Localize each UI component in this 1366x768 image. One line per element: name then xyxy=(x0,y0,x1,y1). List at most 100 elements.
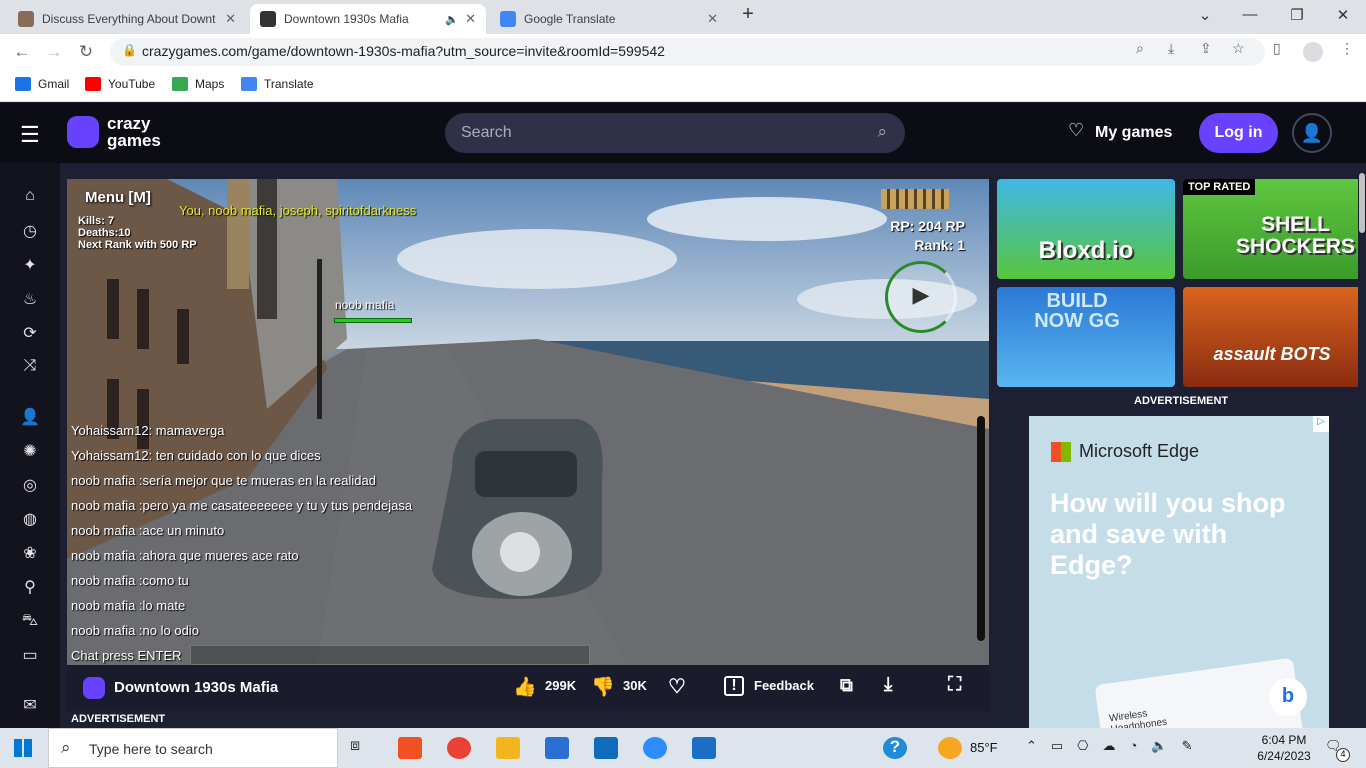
user-avatar-icon[interactable]: 👤 xyxy=(1292,113,1332,153)
share-icon[interactable]: ⇪ xyxy=(1200,40,1212,57)
bookmark-label: Maps xyxy=(195,77,225,91)
download-icon[interactable]: ⤓ xyxy=(884,674,892,696)
tab-title: Discuss Everything About Downt xyxy=(42,12,216,26)
notification-count: 4 xyxy=(1336,748,1350,762)
weather-temp[interactable]: 85°F xyxy=(970,740,998,755)
player-name-tag: noob mafia xyxy=(335,298,395,312)
bike-icon[interactable]: ⚲ xyxy=(18,577,42,597)
chrome-menu-icon[interactable]: ⋮ xyxy=(1340,40,1354,57)
game-thumbnail-title: assault BOTS xyxy=(1213,344,1331,364)
ad-choices-icon[interactable]: ▷ xyxy=(1313,416,1329,432)
crazygames-logo-icon[interactable] xyxy=(67,116,99,148)
chrome-icon[interactable] xyxy=(447,737,471,759)
side-panel-icon[interactable]: ▯ xyxy=(1273,40,1281,57)
mail-icon[interactable]: ✉ xyxy=(18,695,42,715)
chat-scrollbar[interactable] xyxy=(977,416,985,641)
minimize-icon[interactable]: — xyxy=(1235,6,1265,23)
zoom-search-icon[interactable]: ⌕ xyxy=(1136,40,1144,57)
store-icon[interactable] xyxy=(545,737,569,759)
install-app-icon[interactable]: ⤓ xyxy=(1168,40,1174,57)
bookmark-youtube[interactable]: YouTube xyxy=(85,77,155,91)
mail-app-icon[interactable] xyxy=(594,737,618,759)
crazygames-small-logo-icon xyxy=(83,677,105,699)
home-icon[interactable]: ⌂ xyxy=(18,187,42,205)
thumbs-down-icon[interactable]: 👎 xyxy=(591,675,615,699)
login-button[interactable]: Log in xyxy=(1199,113,1278,153)
site-logo[interactable]: crazy games xyxy=(107,115,161,149)
chat-message: noob mafia :como tu xyxy=(71,573,189,588)
recent-icon[interactable]: ◷ xyxy=(18,221,42,241)
basketball-icon[interactable]: ◍ xyxy=(18,509,42,529)
new-tab-button[interactable]: + xyxy=(733,3,763,26)
url-text: crazygames.com/game/downtown-1930s-mafia… xyxy=(142,43,665,59)
new-icon[interactable]: ✦ xyxy=(18,255,42,275)
trending-icon[interactable]: ♨ xyxy=(18,289,42,309)
my-games-link[interactable]: My games xyxy=(1095,124,1172,142)
maximize-icon[interactable]: ❐ xyxy=(1282,6,1312,24)
weather-icon[interactable] xyxy=(938,737,962,759)
game-thumbnail-bloxd[interactable]: Bloxd.io xyxy=(997,179,1175,279)
multiplayer-icon[interactable]: 👤 xyxy=(18,407,42,427)
ammo-bullets-icon xyxy=(881,189,949,209)
random-icon[interactable]: ⤨ xyxy=(18,357,42,375)
logo-text: games xyxy=(107,131,161,150)
forward-icon[interactable]: → xyxy=(43,42,65,62)
tab-discuss[interactable]: Discuss Everything About Downt ✕ xyxy=(8,4,246,34)
close-tab-icon[interactable]: ✕ xyxy=(225,11,236,27)
thumbs-up-icon[interactable]: 👍 xyxy=(513,675,537,699)
brave-icon[interactable] xyxy=(398,737,422,759)
maps-icon xyxy=(172,77,188,91)
close-tab-icon[interactable]: ✕ xyxy=(707,11,718,27)
taskbar-search-box[interactable]: ⌕ Type here to search xyxy=(48,728,338,768)
car-icon[interactable]: ⛍ xyxy=(18,611,42,631)
close-tab-icon[interactable]: ✕ xyxy=(465,11,476,27)
game-thumbnail-title: BUILD NOW GG xyxy=(1034,290,1120,332)
updated-icon[interactable]: ⟳ xyxy=(18,323,42,343)
search-input[interactable]: Search ⌕ xyxy=(445,113,905,153)
game-thumbnail-assault-bots[interactable]: assault BOTS xyxy=(1183,287,1361,387)
system-tray-icons[interactable]: ⌃▭⎔☁◔🔈✎ xyxy=(1026,738,1206,754)
game-thumbnail-build-now[interactable]: BUILD NOW GG xyxy=(997,287,1175,387)
reload-icon[interactable]: ↻ xyxy=(75,42,97,62)
feedback-button[interactable]: Feedback xyxy=(754,678,814,693)
tab-downtown-mafia[interactable]: Downtown 1930s Mafia 🔈 ✕ xyxy=(250,4,486,34)
fullscreen-icon[interactable]: ⛶ xyxy=(948,674,961,696)
bookmark-maps[interactable]: Maps xyxy=(172,77,224,91)
close-window-icon[interactable]: ✕ xyxy=(1328,6,1358,24)
beauty-icon[interactable]: ❀ xyxy=(18,543,42,563)
help-icon[interactable]: ? xyxy=(883,737,907,759)
adventure-icon[interactable]: ◎ xyxy=(18,475,42,495)
card-icon[interactable]: ▭ xyxy=(18,645,42,665)
chat-input[interactable] xyxy=(190,645,590,665)
back-icon[interactable]: ← xyxy=(11,42,33,62)
clock[interactable]: 6:04 PM 6/24/2023 xyxy=(1254,732,1314,764)
photos-icon[interactable] xyxy=(692,737,716,759)
tab-google-translate[interactable]: Google Translate ✕ xyxy=(490,4,728,34)
game-thumbnail-shell-shockers[interactable]: TOP RATED SHELL SHOCKERS xyxy=(1183,179,1361,279)
chat-message: noob mafia :ace un minuto xyxy=(71,523,225,538)
hamburger-menu-icon[interactable]: ☰ xyxy=(20,122,40,148)
embed-icon[interactable]: ⧉ xyxy=(840,675,853,696)
players-list: You, noob mafia, joseph, spiritofdarknes… xyxy=(179,203,417,218)
action-icon[interactable]: ✺ xyxy=(18,441,42,461)
favorite-heart-icon[interactable]: ♡ xyxy=(668,674,686,699)
game-menu-button[interactable]: Menu [M] xyxy=(85,189,151,206)
profile-icon[interactable] xyxy=(1303,42,1323,62)
bookmark-translate[interactable]: Translate xyxy=(241,77,314,91)
task-view-icon[interactable]: ⧈ xyxy=(350,737,374,759)
edge-advertisement[interactable]: ▷ Microsoft Edge How will you shop and s… xyxy=(1029,416,1329,728)
feedback-icon[interactable]: ! xyxy=(724,676,744,696)
audio-playing-icon[interactable]: 🔈 xyxy=(445,13,459,26)
url-field[interactable]: 🔒 crazygames.com/game/downtown-1930s-maf… xyxy=(110,38,1265,66)
search-icon[interactable]: ⌕ xyxy=(877,122,887,142)
zoom-icon[interactable] xyxy=(643,737,667,759)
game-viewport[interactable]: Menu [M] You, noob mafia, joseph, spirit… xyxy=(67,179,989,665)
kills-value: 7 xyxy=(107,215,115,227)
bookmark-star-icon[interactable]: ☆ xyxy=(1232,40,1245,57)
bookmark-gmail[interactable]: Gmail xyxy=(15,77,69,91)
tab-search-icon[interactable]: ⌄ xyxy=(1190,6,1220,24)
file-explorer-icon[interactable] xyxy=(496,737,520,759)
page-scrollbar[interactable] xyxy=(1358,163,1366,728)
windows-start-icon[interactable] xyxy=(14,739,32,757)
chat-message: noob mafia :sería mejor que te mueras en… xyxy=(71,473,376,488)
